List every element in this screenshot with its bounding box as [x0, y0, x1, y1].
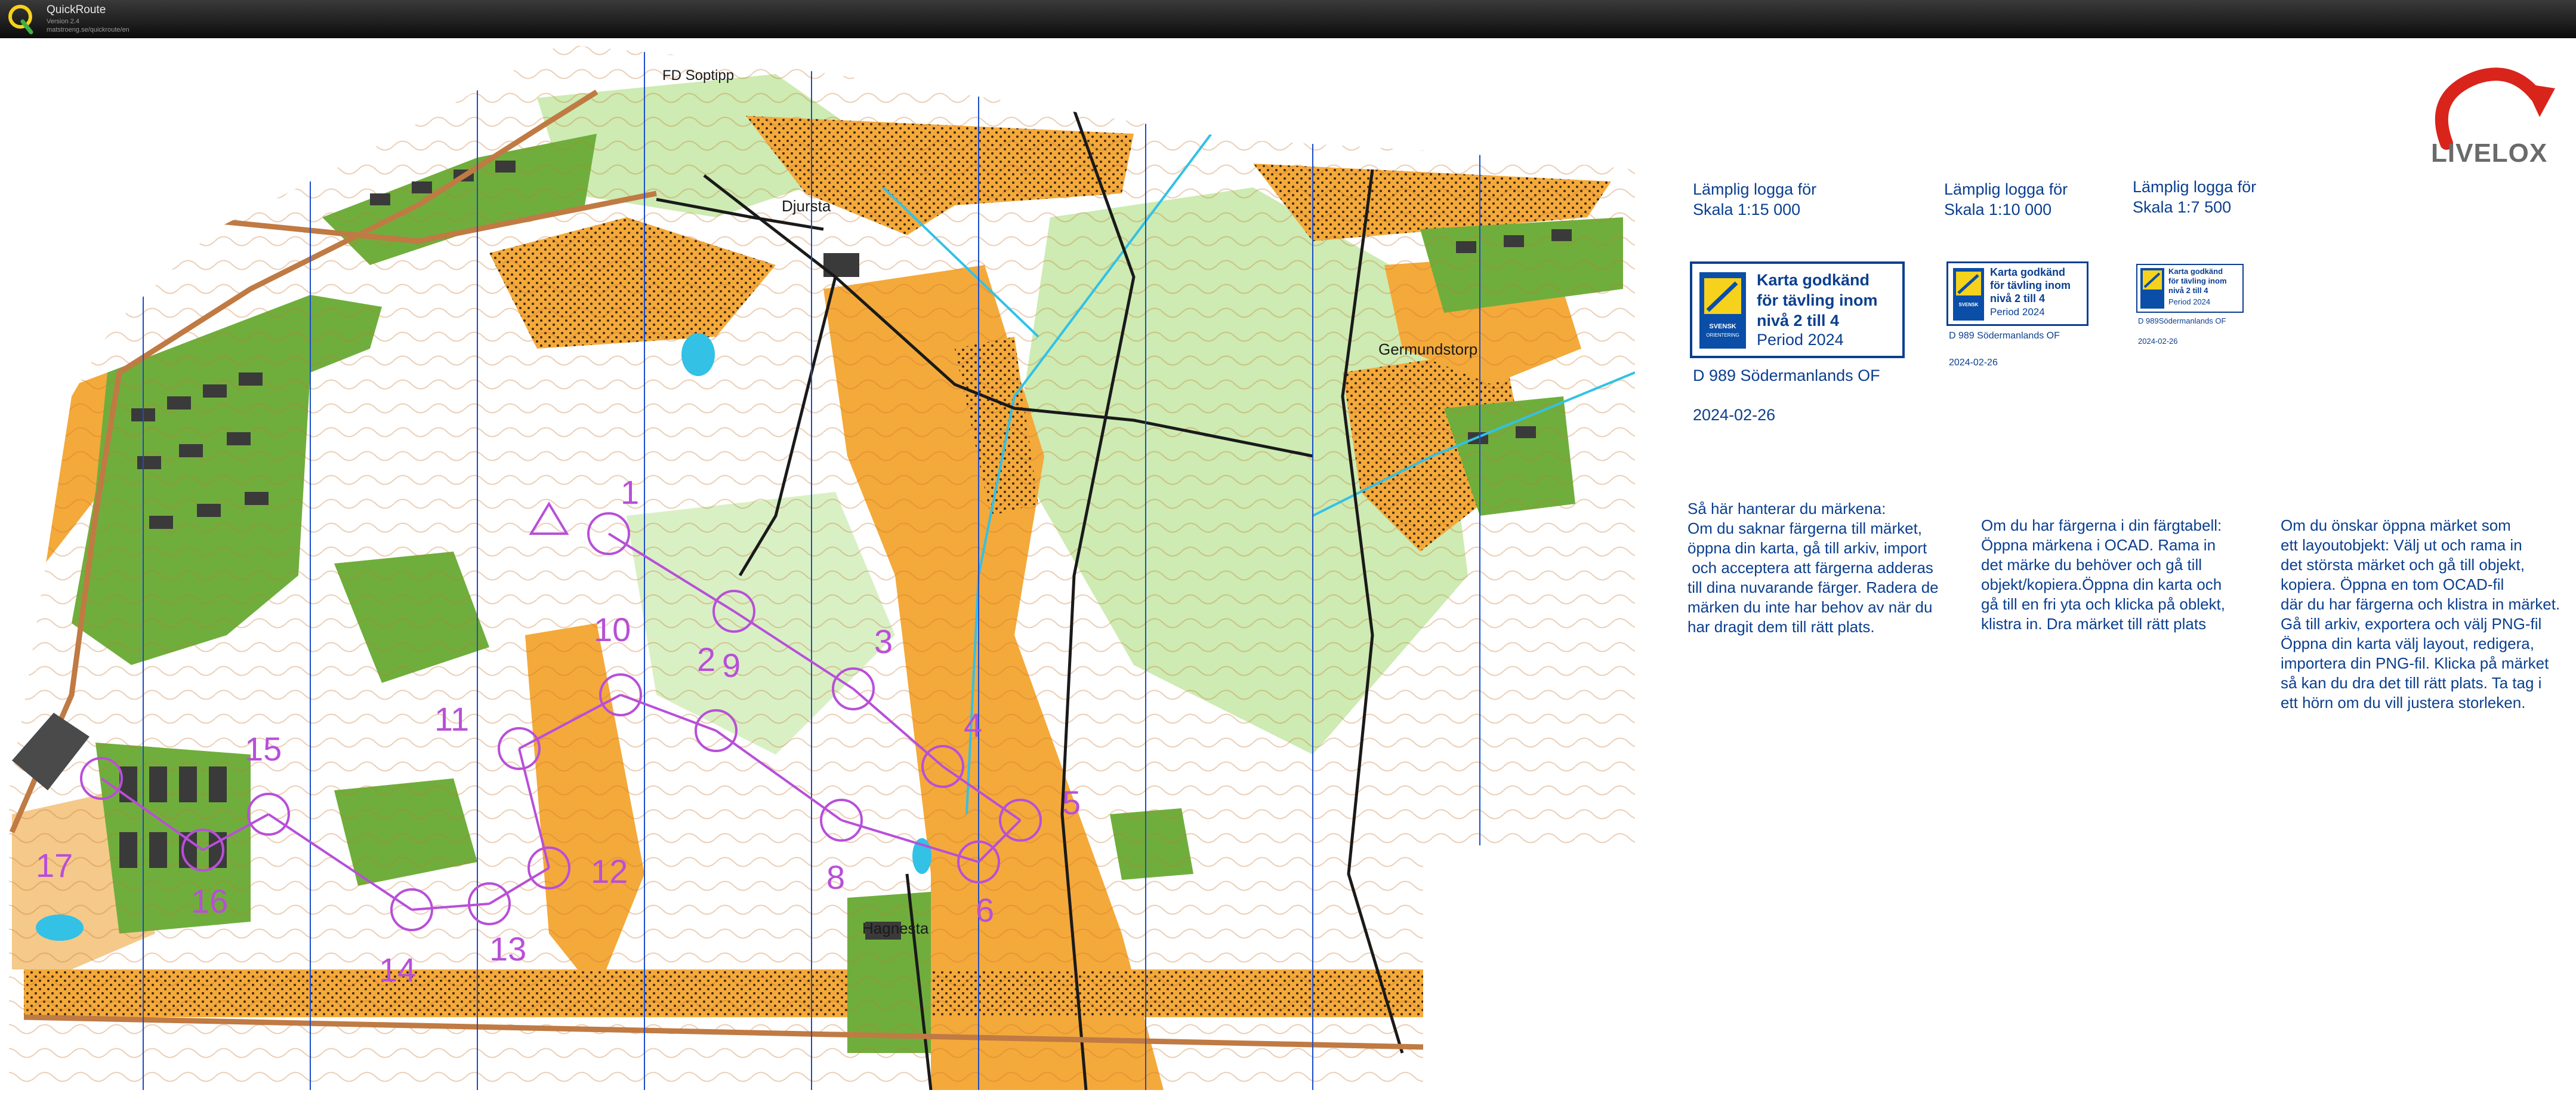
control-number: 14 — [379, 951, 416, 989]
badge-period: Period 2024 — [1757, 331, 1844, 349]
control-number: 5 — [1062, 784, 1081, 821]
app-title: QuickRoute — [47, 4, 106, 16]
legend-org-large: D 989 Södermanlands OF — [1693, 367, 1880, 384]
legend-col3-heading: Lämplig logga för Skala 1:7 500 — [2133, 177, 2256, 217]
quickroute-app-icon[interactable] — [7, 4, 35, 35]
control-number: 8 — [826, 858, 845, 896]
app-titlebar: QuickRoute Version 2.4 matstroeng.se/qui… — [0, 0, 2576, 38]
legend-col1-heading: Lämplig logga för Skala 1:15 000 — [1693, 179, 1816, 220]
legend-heading-line1: Lämplig logga för — [2133, 178, 2257, 196]
approval-badge-medium[interactable]: SVENSK Karta godkänd för tävling inom ni… — [1946, 261, 2088, 326]
control-number: 15 — [245, 730, 282, 768]
control-number: 6 — [976, 891, 994, 929]
legend-org-small: D 989Södermanlands OF — [2138, 316, 2226, 325]
place-name-djursta: Djursta — [782, 197, 831, 215]
approval-badge-small[interactable]: Karta godkänd för tävling inom nivå 2 ti… — [2136, 264, 2244, 313]
pond — [36, 915, 84, 941]
legend-heading-line2: Skala 1:15 000 — [1693, 201, 1801, 218]
approval-badge-large[interactable]: SVENSK ORIENTERING Karta godkänd för täv… — [1690, 261, 1905, 358]
badge-approval-text: Karta godkänd för tävling inom nivå 2 ti… — [1990, 266, 2071, 304]
badge-period: Period 2024 — [2168, 297, 2211, 306]
app-version: Version 2.4 — [47, 18, 80, 25]
badge-approval-text: Karta godkänd för tävling inom nivå 2 ti… — [1757, 271, 1878, 330]
legend-org-medium: D 989 Södermanlands OF — [1949, 331, 2060, 341]
orienteering-map[interactable]: FD Soptipp Djursta Germundstorp Hagnesta — [0, 38, 1647, 1093]
svg-text:ORIENTERING: ORIENTERING — [1706, 332, 1739, 338]
control-number: 3 — [874, 623, 893, 660]
legend-heading-line2: Skala 1:10 000 — [1944, 201, 2052, 218]
legend-date-large: 2024-02-26 — [1693, 406, 1776, 424]
control-number: 2 — [697, 641, 715, 678]
pond — [681, 333, 715, 376]
app-url: matstroeng.se/quickroute/en — [47, 26, 129, 33]
legend-heading-line2: Skala 1:7 500 — [2133, 198, 2232, 216]
control-number: 17 — [36, 846, 73, 884]
place-name-fd-soptipp: FD Soptipp — [662, 67, 734, 84]
badge-period: Period 2024 — [1990, 306, 2045, 318]
livelox-logo-text: LIVELOX — [2431, 138, 2548, 168]
place-name-germundstorp: Germundstorp — [1378, 340, 1477, 358]
legend-date-small: 2024-02-26 — [2138, 337, 2178, 346]
control-number: 11 — [434, 700, 469, 738]
svg-text:SVENSK: SVENSK — [1709, 323, 1736, 330]
badge-approval-text: Karta godkänd för tävling inom nivå 2 ti… — [2168, 267, 2227, 295]
legend-heading-line1: Lämplig logga för — [1693, 180, 1817, 198]
control-number: 10 — [594, 611, 631, 648]
control-number: 16 — [191, 882, 228, 920]
instructions-paragraph-2: Om du har färgerna i din färgtabell: Öpp… — [1981, 516, 2225, 633]
legend-col2-heading: Lämplig logga för Skala 1:10 000 — [1944, 179, 2068, 220]
control-number: 9 — [722, 646, 741, 684]
control-number: 1 — [621, 473, 639, 511]
svg-text:SVENSK: SVENSK — [1959, 302, 1979, 307]
control-number: 13 — [489, 930, 526, 968]
place-name-hagnesta: Hagnesta — [862, 919, 929, 937]
svensk-orientering-logo: SVENSK ORIENTERING — [1699, 272, 1746, 349]
svensk-orientering-logo — [2140, 268, 2164, 309]
control-number: 4 — [964, 706, 982, 744]
control-number: 12 — [591, 852, 628, 890]
legend-heading-line1: Lämplig logga för — [1944, 180, 2068, 198]
instructions-paragraph-1: Så här hanterar du märkena: Om du saknar… — [1687, 500, 1939, 636]
legend-date-medium: 2024-02-26 — [1949, 358, 1998, 368]
instructions-paragraph-3: Om du önskar öppna märket som ett layout… — [2281, 516, 2560, 712]
svensk-orientering-logo: SVENSK — [1953, 268, 1984, 321]
